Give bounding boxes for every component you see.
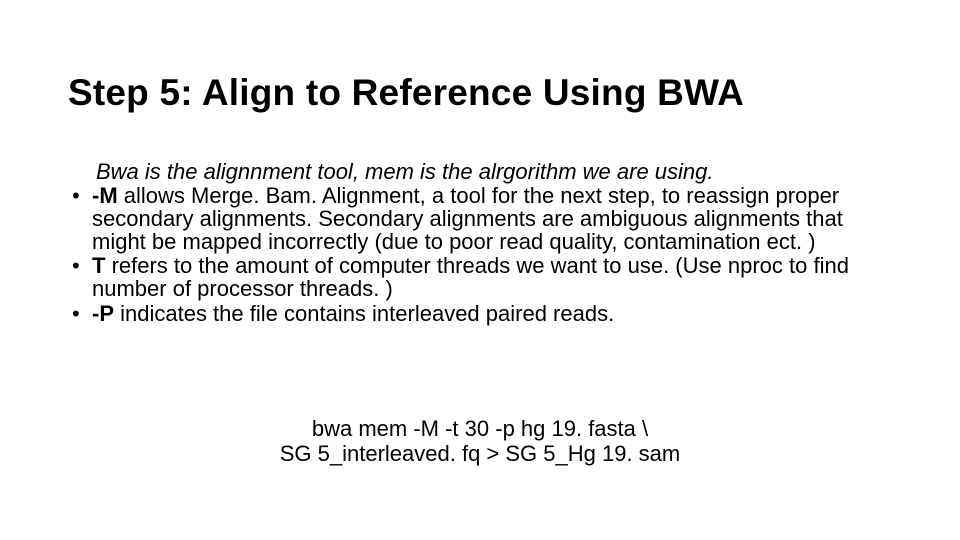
slide: Step 5: Align to Reference Using BWA Bwa…: [0, 0, 960, 540]
bullet-list: -M allows Merge. Bam. Alignment, a tool …: [68, 184, 892, 325]
slide-title: Step 5: Align to Reference Using BWA: [68, 72, 892, 114]
bullet-item: -M allows Merge. Bam. Alignment, a tool …: [68, 184, 892, 253]
command-block: bwa mem -M -t 30 -p hg 19. fasta \ SG 5_…: [0, 416, 960, 467]
intro-text: Bwa is the alignnment tool, mem is the a…: [96, 160, 892, 183]
bullet-text: refers to the amount of computer threads…: [92, 253, 849, 301]
command-line: bwa mem -M -t 30 -p hg 19. fasta \: [0, 416, 960, 441]
bullet-item: T refers to the amount of computer threa…: [68, 254, 892, 300]
option-flag: -M: [92, 183, 118, 208]
option-flag: T: [92, 253, 105, 278]
command-line: SG 5_interleaved. fq > SG 5_Hg 19. sam: [0, 441, 960, 466]
bullet-text: indicates the file contains interleaved …: [114, 301, 614, 326]
bullet-item: -P indicates the file contains interleav…: [68, 302, 892, 325]
bullet-text: allows Merge. Bam. Alignment, a tool for…: [92, 183, 843, 254]
option-flag: -P: [92, 301, 114, 326]
